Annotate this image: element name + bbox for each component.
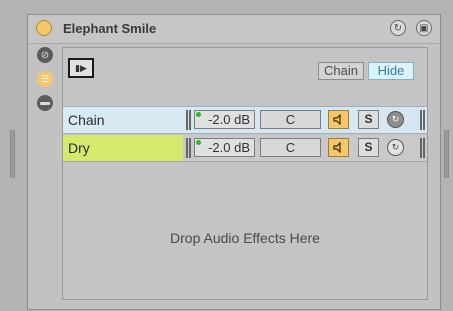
macro-icon[interactable]: ⊘: [37, 47, 53, 63]
chain-name[interactable]: Dry: [63, 135, 183, 161]
chain-solo-button[interactable]: S: [358, 110, 379, 129]
right-resize-handle[interactable]: [444, 130, 449, 178]
device-toggle-icon[interactable]: [37, 95, 53, 111]
device-title: Elephant Smile: [63, 21, 157, 36]
chain-solo-button[interactable]: S: [358, 138, 379, 157]
chain-name[interactable]: Chain: [63, 107, 183, 133]
chain-row[interactable]: Chain -2.0 dB C S ↻: [63, 106, 427, 134]
speaker-icon: [333, 114, 341, 125]
device-power-button[interactable]: [36, 20, 52, 36]
audio-effect-rack: Elephant Smile ↻ ▣ ⊘ ☰ ▮▶ Chain Hide Cha…: [27, 14, 441, 310]
chain-toggle-button[interactable]: Chain: [318, 62, 364, 80]
device-title-bar[interactable]: Elephant Smile ↻ ▣: [28, 15, 440, 44]
zone-handle[interactable]: [186, 138, 191, 158]
hot-swap-icon[interactable]: ↻: [387, 111, 404, 128]
chain-volume[interactable]: -2.0 dB: [194, 138, 255, 157]
speaker-icon: [333, 142, 341, 153]
chain-volume[interactable]: -2.0 dB: [194, 110, 255, 129]
row-end-handle[interactable]: [420, 110, 425, 130]
zone-handle[interactable]: [186, 110, 191, 130]
chain-list-panel: ▮▶ Chain Hide Chain -2.0 dB C S ↻ Dry -2…: [62, 47, 428, 300]
chain-select-button[interactable]: ▮▶: [68, 58, 94, 78]
chain-row[interactable]: Dry -2.0 dB C S ↻: [63, 135, 427, 162]
chain-list-icon[interactable]: ☰: [37, 71, 53, 87]
drop-effects-hint: Drop Audio Effects Here: [170, 230, 320, 246]
hide-button[interactable]: Hide: [368, 62, 414, 80]
chain-pan[interactable]: C: [260, 110, 321, 129]
left-resize-handle[interactable]: [10, 130, 15, 178]
volume-indicator-icon: [196, 140, 201, 145]
save-icon[interactable]: ▣: [416, 20, 432, 36]
row-end-handle[interactable]: [420, 138, 425, 158]
chain-activator-button[interactable]: [328, 110, 349, 129]
chain-pan[interactable]: C: [260, 138, 321, 157]
volume-indicator-icon: [196, 112, 201, 117]
chain-activator-button[interactable]: [328, 138, 349, 157]
hot-swap-icon[interactable]: ↻: [387, 139, 404, 156]
hot-swap-icon[interactable]: ↻: [390, 20, 406, 36]
